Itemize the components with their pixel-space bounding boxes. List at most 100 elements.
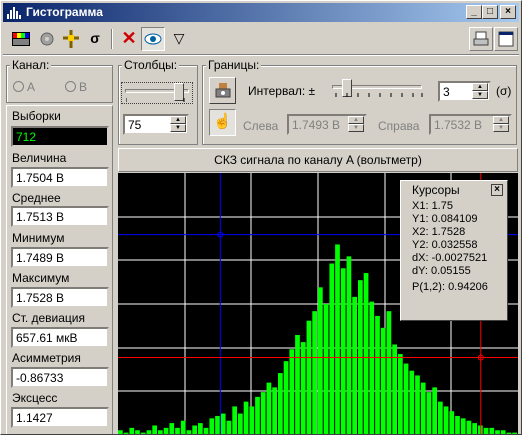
toolbar-divider — [3, 54, 519, 56]
min-field: 1.7489 В — [11, 247, 109, 268]
max-label: Максимум — [12, 271, 70, 285]
histogram-bar — [260, 392, 266, 434]
columns-label: Столбцы: — [122, 58, 180, 72]
histogram-bar — [318, 287, 323, 434]
value-field: 1.7504 В — [11, 167, 109, 188]
print-icon[interactable] — [469, 27, 493, 51]
histogram-bar — [272, 387, 277, 434]
histogram-bar — [363, 273, 369, 434]
histogram-bar — [129, 427, 135, 434]
histogram-bar — [146, 430, 152, 434]
histogram-window: Гистограмма _ □ × σ ✕ ▽ Канал: A B Столб… — [0, 0, 522, 435]
right-bound-spinner[interactable]: ▲ ▼ — [493, 116, 509, 133]
histogram-bar — [278, 373, 283, 434]
histogram-bar — [403, 363, 409, 434]
manual-bounds-hand-icon[interactable]: ☝ — [209, 109, 236, 136]
histogram-bar — [489, 427, 495, 434]
histogram-bar — [432, 387, 437, 434]
cursors-panel[interactable]: Курсоры × X1: 1.75 Y1: 0.084109 X2: 1.75… — [400, 180, 508, 321]
channel-b-radio[interactable]: B — [65, 80, 87, 94]
histogram-bar — [380, 327, 386, 434]
histogram-bar — [369, 301, 375, 434]
value-label: Величина — [12, 151, 67, 165]
std-field: 657.61 мкВ — [11, 327, 109, 348]
sigma-icon[interactable]: σ — [83, 27, 107, 51]
histogram-bar — [135, 430, 140, 434]
window-title: Гистограмма — [26, 5, 103, 19]
histogram-bar — [323, 304, 329, 434]
columns-spinner[interactable]: ▲ ▼ — [170, 116, 186, 133]
palette-icon[interactable] — [9, 27, 33, 51]
title-bar[interactable]: Гистограмма _ □ × — [3, 3, 519, 22]
cursor-y2: Y2: 0.032558 — [412, 239, 478, 251]
histogram-bar — [169, 423, 175, 434]
histogram-bar — [180, 420, 186, 434]
minimize-button[interactable]: _ — [466, 5, 482, 19]
histogram-bar — [420, 382, 426, 434]
samples-label: Выборки — [12, 109, 61, 123]
histogram-bar — [375, 315, 380, 434]
interval-label: Интервал: ± — [248, 84, 316, 98]
cursor-p: P(1,2): 0.94206 — [412, 281, 488, 293]
cursor-dx: dX: -0.0027521 — [412, 252, 488, 264]
histogram-bar — [346, 256, 352, 434]
histogram-bar — [398, 354, 403, 434]
cursor-y1: Y1: 0.084109 — [412, 213, 478, 225]
histogram-bar — [255, 396, 260, 434]
histogram-bar — [152, 425, 157, 434]
histogram-bar — [203, 427, 209, 434]
histogram-bar — [300, 342, 306, 434]
histogram-bar — [426, 392, 432, 434]
interval-slider[interactable] — [332, 79, 427, 101]
channel-label: Канал: — [10, 58, 52, 72]
columns-input[interactable]: 75 ▲ ▼ — [123, 114, 189, 135]
histogram-bar — [306, 320, 312, 434]
delete-icon[interactable]: ✕ — [117, 27, 141, 51]
histogram-bar — [118, 430, 123, 434]
samples-value: 712 — [11, 126, 109, 147]
histogram-bar — [460, 418, 466, 434]
crosshair-icon[interactable] — [59, 27, 83, 51]
cursor-dy: dY: 0.05155 — [412, 265, 471, 277]
maximize-button[interactable]: □ — [482, 5, 498, 19]
left-bound-label: Слева — [243, 119, 279, 133]
histogram-bar — [409, 370, 415, 434]
interval-input[interactable]: 3 ▲ ▼ — [438, 81, 491, 102]
histogram-bar — [238, 413, 243, 434]
histogram-bar — [472, 423, 477, 434]
interval-spinner[interactable]: ▲ ▼ — [472, 83, 488, 100]
histogram-bar — [415, 375, 420, 434]
auto-bounds-button[interactable] — [209, 77, 236, 104]
right-bound-input[interactable]: 1.7532 В ▲ ▼ — [429, 114, 512, 135]
toolbar: σ ✕ ▽ — [5, 27, 518, 53]
kurt-field: 1.1427 — [11, 407, 109, 428]
histogram-bar — [335, 244, 340, 434]
histogram-bar — [500, 430, 506, 434]
histogram-bar — [163, 427, 169, 434]
histogram-bar — [158, 430, 163, 434]
histogram-bar — [495, 430, 500, 434]
histogram-bar — [283, 361, 289, 434]
histogram-bar — [192, 425, 197, 434]
histogram-bar — [266, 382, 272, 434]
left-bound-input[interactable]: 1.7493 В ▲ ▼ — [287, 114, 367, 135]
left-bound-spinner[interactable]: ▲ ▼ — [348, 116, 364, 133]
eye-icon[interactable] — [141, 27, 165, 51]
close-button[interactable]: × — [500, 5, 516, 19]
channel-a-radio[interactable]: A — [13, 80, 35, 94]
columns-slider[interactable] — [121, 82, 193, 104]
histogram-bar — [243, 401, 249, 434]
kurt-label: Эксцесс — [12, 391, 58, 405]
histogram-app-icon — [7, 7, 21, 19]
histogram-bar — [352, 296, 357, 434]
cursors-close-icon[interactable]: × — [491, 184, 503, 196]
histogram-bar — [329, 263, 335, 434]
fullscreen-icon[interactable] — [494, 27, 518, 51]
mean-field: 1.7513 В — [11, 206, 109, 227]
triangle-icon[interactable]: ▽ — [167, 27, 191, 51]
std-label: Ст. девиация — [12, 311, 86, 325]
histogram-bar — [289, 349, 295, 434]
cursors-title: Курсоры — [412, 183, 460, 197]
bounds-label: Границы: — [206, 58, 262, 72]
gear-icon[interactable] — [35, 27, 59, 51]
